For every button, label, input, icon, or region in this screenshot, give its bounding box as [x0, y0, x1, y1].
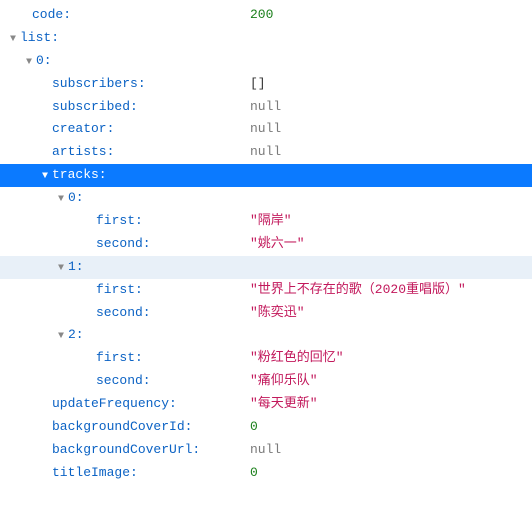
json-row-backgroundCoverUrl[interactable]: backgroundCoverUrl: null: [0, 439, 532, 462]
key-first: first:: [96, 213, 143, 228]
value-track1-second: "陈奕迅": [250, 305, 305, 322]
value-subscribed: null: [250, 99, 281, 116]
key-backgroundCoverUrl: backgroundCoverUrl:: [52, 442, 200, 457]
value-backgroundCoverId: 0: [250, 419, 258, 436]
key-creator: creator:: [52, 121, 114, 136]
json-row-artists[interactable]: artists: null: [0, 141, 532, 164]
key-track2: 2:: [68, 327, 84, 342]
caret-down-icon[interactable]: ▼: [40, 170, 50, 183]
caret-down-icon[interactable]: ▼: [56, 262, 66, 275]
caret-down-icon[interactable]: ▼: [8, 33, 18, 46]
json-row-item0[interactable]: ▼0:: [0, 50, 532, 73]
json-row-track0[interactable]: ▼0:: [0, 187, 532, 210]
json-row-track2-second[interactable]: second: "痛仰乐队": [0, 370, 532, 393]
caret-down-icon[interactable]: ▼: [56, 330, 66, 343]
json-row-code[interactable]: code: 200: [0, 4, 532, 27]
value-titleImage: 0: [250, 465, 258, 482]
key-second: second:: [96, 236, 151, 251]
key-first: first:: [96, 350, 143, 365]
value-track2-second: "痛仰乐队": [250, 373, 318, 390]
value-track1-first: "世界上不存在的歌（2020重唱版）": [250, 282, 466, 299]
key-second: second:: [96, 373, 151, 388]
json-row-updateFrequency[interactable]: updateFrequency: "每天更新": [0, 393, 532, 416]
json-row-list[interactable]: ▼list:: [0, 27, 532, 50]
key-tracks: tracks:: [52, 167, 107, 182]
value-creator: null: [250, 121, 281, 138]
key-backgroundCoverId: backgroundCoverId:: [52, 419, 192, 434]
value-backgroundCoverUrl: null: [250, 442, 281, 459]
value-track0-second: "姚六一": [250, 236, 305, 253]
value-code: 200: [250, 7, 273, 24]
json-row-tracks[interactable]: ▼tracks:: [0, 164, 532, 187]
value-subscribers: []: [250, 76, 266, 93]
json-row-track2-first[interactable]: first: "粉红色的回忆": [0, 347, 532, 370]
json-row-track1-first[interactable]: first: "世界上不存在的歌（2020重唱版）": [0, 279, 532, 302]
json-row-track0-first[interactable]: first: "隔岸": [0, 210, 532, 233]
key-code: code:: [32, 7, 71, 22]
value-updateFrequency: "每天更新": [250, 396, 318, 413]
json-row-backgroundCoverId[interactable]: backgroundCoverId: 0: [0, 416, 532, 439]
json-row-creator[interactable]: creator: null: [0, 118, 532, 141]
caret-down-icon[interactable]: ▼: [56, 193, 66, 206]
key-list: list:: [20, 30, 59, 45]
key-updateFrequency: updateFrequency:: [52, 396, 177, 411]
key-subscribed: subscribed:: [52, 99, 138, 114]
caret-down-icon[interactable]: ▼: [24, 56, 34, 69]
value-artists: null: [250, 144, 281, 161]
json-row-titleImage[interactable]: titleImage: 0: [0, 462, 532, 485]
key-first: first:: [96, 282, 143, 297]
json-row-subscribed[interactable]: subscribed: null: [0, 96, 532, 119]
key-item0: 0:: [36, 53, 52, 68]
key-second: second:: [96, 305, 151, 320]
json-row-track1[interactable]: ▼1:: [0, 256, 532, 279]
value-track2-first: "粉红色的回忆": [250, 350, 344, 367]
key-titleImage: titleImage:: [52, 465, 138, 480]
key-artists: artists:: [52, 144, 114, 159]
value-track0-first: "隔岸": [250, 213, 292, 230]
key-track0: 0:: [68, 190, 84, 205]
json-row-subscribers[interactable]: subscribers: []: [0, 73, 532, 96]
json-row-track2[interactable]: ▼2:: [0, 324, 532, 347]
key-track1: 1:: [68, 259, 84, 274]
json-row-track0-second[interactable]: second: "姚六一": [0, 233, 532, 256]
key-subscribers: subscribers:: [52, 76, 146, 91]
json-row-track1-second[interactable]: second: "陈奕迅": [0, 302, 532, 325]
